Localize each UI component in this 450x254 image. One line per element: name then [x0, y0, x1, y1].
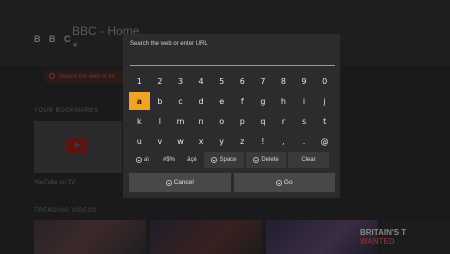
key[interactable]: q — [253, 112, 274, 130]
cancel-button[interactable]: Cancel — [129, 173, 231, 192]
key[interactable]: k — [129, 112, 150, 130]
url-prompt: Search the web or enter URL — [130, 41, 208, 47]
key[interactable]: o — [211, 112, 232, 130]
key[interactable]: 3 — [170, 72, 191, 90]
dialog-actions: Cancel Go — [129, 173, 335, 192]
key[interactable]: ! — [253, 132, 274, 150]
key[interactable]: 8 — [273, 72, 294, 90]
bookmark-label: YouTube on TV — [34, 180, 76, 186]
go-label: Go — [283, 179, 293, 186]
function-key-row: a\ #$% äçé Space Delete Clear — [129, 152, 335, 168]
on-screen-keyboard: 1 2 3 4 5 6 7 8 9 0 a b c d e f g h i j … — [129, 72, 335, 168]
delete-label: Delete — [261, 157, 279, 163]
youtube-play-icon — [66, 138, 88, 153]
abc-toggle-label: a\ — [143, 157, 149, 163]
key[interactable]: 2 — [150, 72, 171, 90]
key[interactable]: t — [314, 112, 335, 130]
video-thumbnail — [34, 220, 146, 254]
url-keyboard-dialog: Search the web or enter URL 1 2 3 4 5 6 … — [123, 34, 340, 198]
space-key[interactable]: Space — [204, 152, 244, 168]
space-label: Space — [219, 157, 237, 163]
rewind-icon — [211, 157, 218, 163]
key[interactable]: n — [191, 112, 212, 130]
key[interactable]: w — [170, 132, 191, 150]
key[interactable]: x — [191, 132, 212, 150]
key[interactable]: 5 — [211, 72, 232, 90]
background-search-input: Search the web or en — [44, 70, 134, 84]
key[interactable]: 7 — [253, 72, 274, 90]
thumbnail-caption: BRITAIN'S T WANTED — [360, 228, 406, 246]
key-row: k l m n o p q r s t — [129, 112, 335, 130]
search-icon — [49, 73, 55, 79]
options-icon — [135, 157, 142, 163]
bbc-logo: B B C — [34, 34, 74, 44]
key[interactable]: , — [273, 132, 294, 150]
key[interactable]: h — [273, 92, 294, 110]
key[interactable]: 6 — [232, 72, 253, 90]
key[interactable]: u — [129, 132, 150, 150]
key[interactable]: m — [170, 112, 191, 130]
key[interactable]: 9 — [294, 72, 315, 90]
key[interactable]: s — [294, 112, 315, 130]
lock-icon: ■ — [73, 42, 78, 49]
key-row: 1 2 3 4 5 6 7 8 9 0 — [129, 72, 335, 90]
play-pause-icon — [275, 179, 282, 186]
clear-key[interactable]: Clear — [288, 152, 329, 168]
key[interactable]: y — [211, 132, 232, 150]
key[interactable]: 4 — [191, 72, 212, 90]
key[interactable]: a — [129, 92, 150, 110]
trending-heading: TRENDING VIDEOS — [34, 208, 98, 214]
key[interactable]: f — [232, 92, 253, 110]
key[interactable]: z — [232, 132, 253, 150]
key[interactable]: e — [211, 92, 232, 110]
cancel-label: Cancel — [173, 179, 194, 186]
key-row: u v w x y z ! , . @ — [129, 132, 335, 150]
key[interactable]: 0 — [314, 72, 335, 90]
key-row: a b c d e f g h i j — [129, 92, 335, 110]
fastforward-icon — [253, 157, 260, 163]
key[interactable]: b — [150, 92, 171, 110]
url-input[interactable] — [130, 65, 335, 66]
key[interactable]: i — [294, 92, 315, 110]
key[interactable]: 1 — [129, 72, 150, 90]
key[interactable]: j — [314, 92, 335, 110]
accents-key[interactable]: äçé — [182, 152, 202, 168]
key[interactable]: p — [232, 112, 253, 130]
key[interactable]: c — [170, 92, 191, 110]
key[interactable]: r — [273, 112, 294, 130]
back-icon — [165, 179, 172, 186]
symbols-key[interactable]: #$% — [158, 152, 180, 168]
delete-key[interactable]: Delete — [246, 152, 286, 168]
key[interactable]: @ — [314, 132, 335, 150]
key[interactable]: v — [150, 132, 171, 150]
thumbnail-caption-line1: BRITAIN'S T — [360, 228, 407, 237]
key[interactable]: l — [150, 112, 171, 130]
video-thumbnail — [150, 220, 262, 254]
key[interactable]: . — [294, 132, 315, 150]
key[interactable]: g — [253, 92, 274, 110]
bookmarks-heading: YOUR BOOKMARKS — [34, 108, 99, 114]
go-button[interactable]: Go — [233, 173, 335, 192]
thumbnail-caption-line2: WANTED — [360, 237, 395, 246]
abc-toggle-key[interactable]: a\ — [129, 152, 156, 168]
key[interactable]: d — [191, 92, 212, 110]
